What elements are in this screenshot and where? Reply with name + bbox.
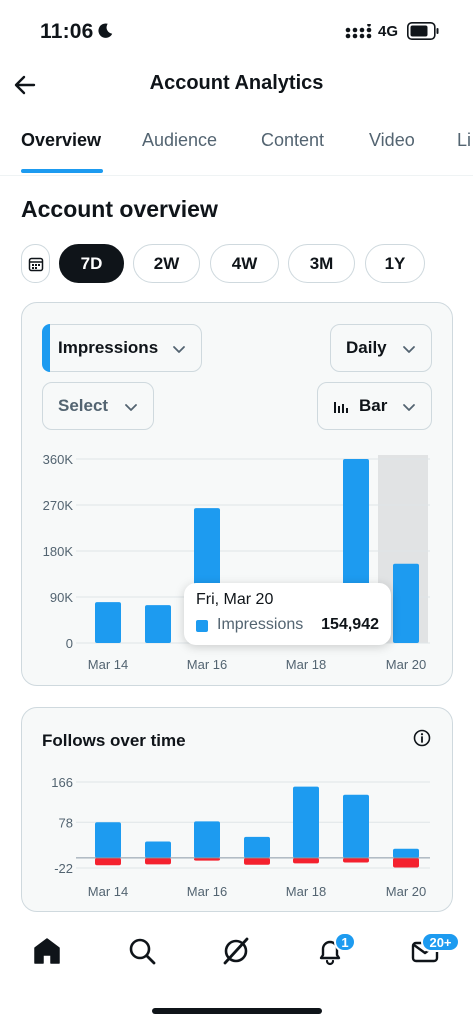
range-3m-button[interactable]: 3M — [288, 244, 355, 283]
follows-bar — [343, 794, 369, 858]
status-time: 11:06 — [40, 20, 94, 43]
calendar-button[interactable] — [21, 244, 50, 283]
grok-icon[interactable] — [219, 934, 253, 968]
y-tick-label: 166 — [51, 775, 73, 790]
signal-icon — [345, 24, 372, 39]
status-bar: 11:06 4G — [0, 0, 473, 62]
section-title: Account overview — [21, 196, 218, 222]
y-tick-label: 360K — [43, 452, 74, 467]
unfollows-bar — [244, 857, 270, 865]
follows-bar — [95, 822, 121, 858]
tooltip-series-swatch — [196, 620, 208, 632]
home-indicator — [152, 1008, 322, 1014]
tab-content[interactable]: Content — [261, 130, 324, 151]
y-tick-label: 78 — [59, 815, 73, 830]
tab-audience[interactable]: Audience — [142, 130, 217, 151]
tab-video[interactable]: Video — [369, 130, 415, 151]
follows-bar — [393, 848, 419, 858]
tooltip-date: Fri, Mar 20 — [196, 591, 274, 608]
unfollows-bar — [393, 857, 419, 868]
range-1y-button[interactable]: 1Y — [365, 244, 425, 283]
notifications-badge: 1 — [334, 932, 356, 952]
tab-more[interactable]: Li — [457, 130, 471, 151]
unfollows-bar — [95, 857, 121, 866]
bottom-nav: 1 20+ — [0, 918, 473, 988]
search-icon[interactable] — [125, 934, 159, 968]
follows-card: Follows over time 166 78 -22 Mar 14 Mar 16 Ma… — [21, 707, 453, 912]
x-tick-label: Mar 16 — [187, 657, 227, 672]
x-tick-label: Mar 20 — [386, 884, 426, 899]
x-tick-label: Mar 20 — [386, 657, 426, 672]
x-tick-label: Mar 18 — [286, 884, 326, 899]
x-tick-label: Mar 16 — [187, 884, 227, 899]
tooltip-series-name: Impressions — [217, 616, 304, 633]
header: Account Analytics — [0, 62, 473, 106]
range-7d-button[interactable]: 7D — [59, 244, 124, 283]
battery-icon — [407, 22, 439, 40]
active-tab-indicator — [21, 169, 103, 173]
tab-overview[interactable]: Overview — [21, 130, 101, 151]
unfollows-bar — [145, 857, 171, 865]
tooltip-value: 154,942 — [321, 616, 379, 633]
follows-bar — [244, 836, 270, 858]
y-tick-label: -22 — [54, 861, 73, 876]
impressions-bar — [393, 563, 419, 643]
x-tick-label: Mar 14 — [88, 657, 128, 672]
follows-bar — [145, 841, 171, 858]
follows-bar — [293, 786, 319, 858]
analytics-tabs: Overview Audience Content Video Li — [0, 120, 473, 176]
follows-chart: 166 78 -22 Mar 14 Mar 16 Mar 18 Mar 20 — [51, 775, 430, 899]
calendar-icon — [28, 257, 44, 272]
unfollows-bar — [343, 857, 369, 863]
y-tick-label: 0 — [66, 636, 73, 651]
unfollows-bar — [293, 857, 319, 864]
network-type: 4G — [378, 23, 399, 40]
home-icon[interactable] — [30, 934, 64, 968]
messages-badge: 20+ — [421, 932, 460, 952]
y-tick-label: 90K — [50, 590, 73, 605]
range-2w-button[interactable]: 2W — [133, 244, 200, 283]
impressions-bar — [145, 605, 171, 643]
follows-bar — [194, 821, 220, 858]
moon-icon — [98, 23, 113, 38]
range-selector: 7D 2W 4W 3M 1Y — [0, 244, 473, 284]
x-tick-label: Mar 18 — [286, 657, 326, 672]
range-4w-button[interactable]: 4W — [210, 244, 279, 283]
page-title: Account Analytics — [149, 72, 324, 94]
chart-tooltip: Fri, Mar 20 Impressions 154,942 — [184, 583, 391, 645]
y-tick-label: 180K — [43, 544, 74, 559]
x-tick-label: Mar 14 — [88, 884, 128, 899]
impressions-bar — [95, 602, 121, 643]
y-tick-label: 270K — [43, 498, 74, 513]
